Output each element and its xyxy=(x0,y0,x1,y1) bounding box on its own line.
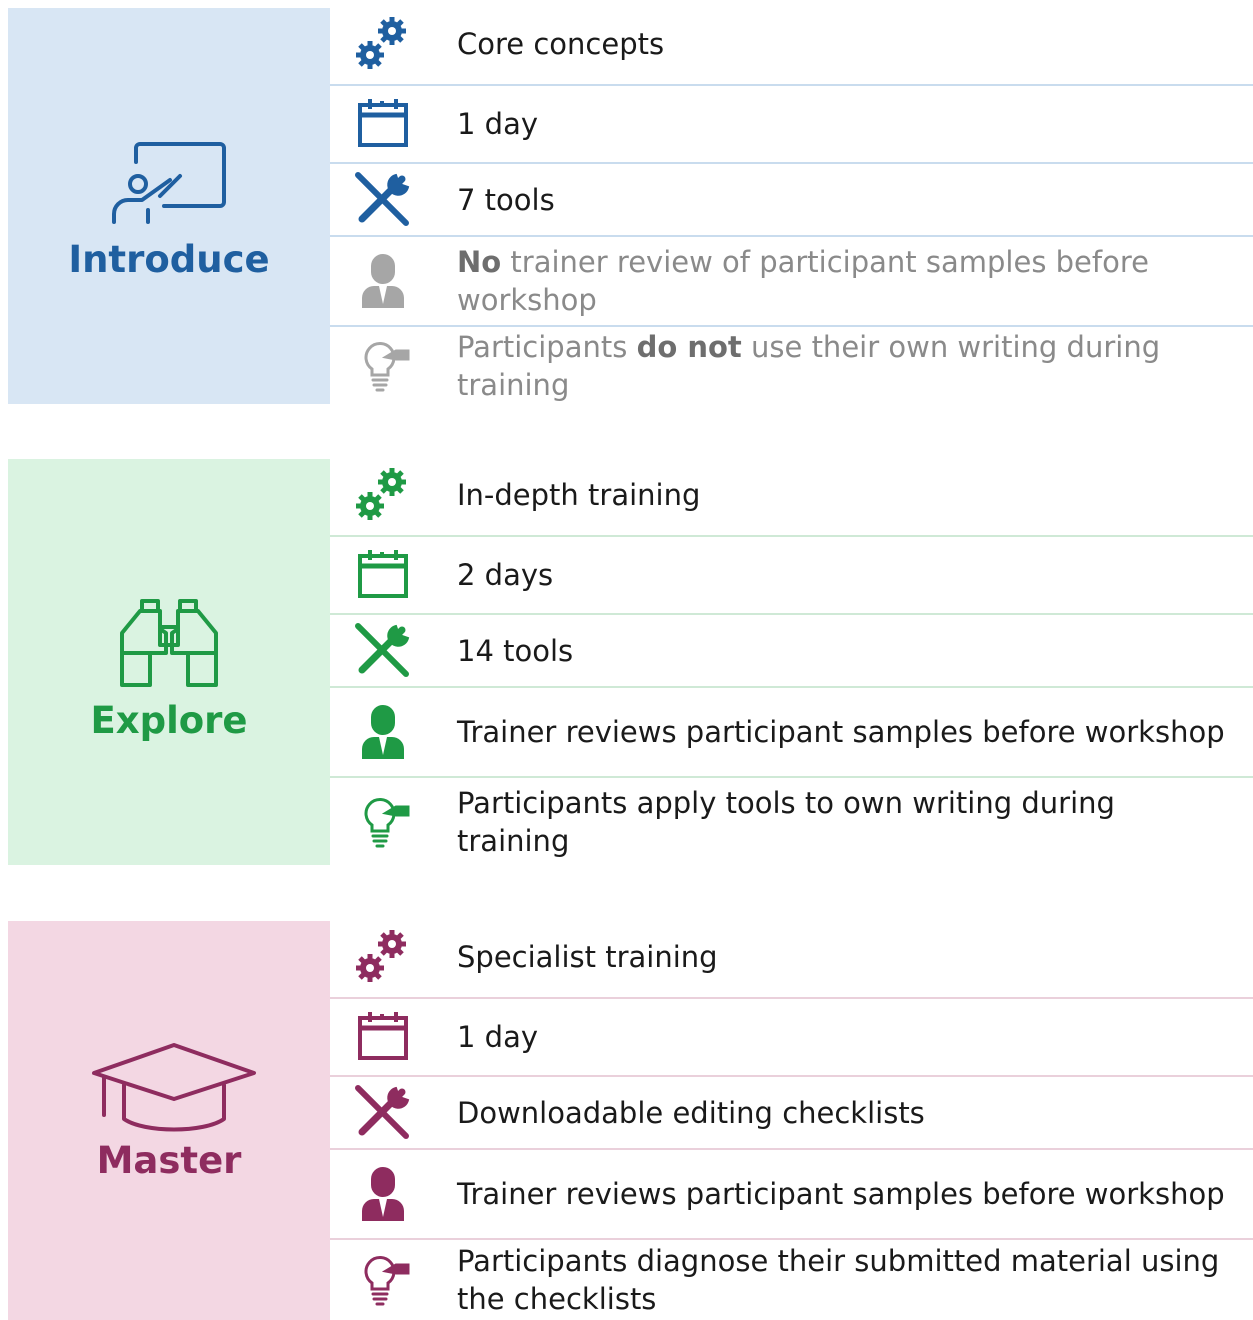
row-text: Trainer reviews participant samples befo… xyxy=(457,715,1225,749)
tools-icon xyxy=(352,1082,414,1144)
explore-row-practice: Participants apply tools to own writing … xyxy=(330,778,1253,865)
explore-row-trainer: Trainer reviews participant samples befo… xyxy=(330,688,1253,778)
row-text: 1 day xyxy=(457,1020,539,1054)
tools-icon xyxy=(352,620,414,682)
tools-icon xyxy=(352,169,414,231)
row-text: Specialist training xyxy=(457,940,718,974)
lightbulb-icon xyxy=(352,791,414,853)
calendar-icon xyxy=(352,544,414,606)
row-text: 7 tools xyxy=(457,182,555,217)
trainer-icon xyxy=(352,250,414,312)
introduce-panel: Introduce xyxy=(8,8,330,404)
master-panel: Master xyxy=(8,921,330,1320)
introduce-row-trainer: No trainer review of participant samples… xyxy=(330,237,1253,327)
trainer-icon xyxy=(352,1163,414,1225)
row-text: Trainer reviews participant samples befo… xyxy=(457,1177,1225,1211)
introduce-row-format: Core concepts xyxy=(330,4,1253,86)
master-row-format: Specialist training xyxy=(330,917,1253,999)
explore-row-format: In-depth training xyxy=(330,455,1253,537)
row-text-rest: trainer review of participant samples be… xyxy=(457,245,1149,317)
gears-icon xyxy=(352,13,414,75)
binoculars-icon xyxy=(120,597,218,689)
explore-panel: Explore xyxy=(8,459,330,865)
row-text: 14 tools xyxy=(457,633,574,668)
row-text: Participants apply tools to own writing … xyxy=(457,785,1115,858)
trainer-icon xyxy=(352,701,414,763)
introduce-label: Introduce xyxy=(68,238,270,281)
master-row-tools: Downloadable editing checklists xyxy=(330,1077,1253,1150)
lightbulb-icon xyxy=(352,1249,414,1311)
row-text: In-depth training xyxy=(457,478,701,512)
lightbulb-icon xyxy=(352,335,414,397)
calendar-icon xyxy=(352,1006,414,1068)
row-text: Participants diagnose their submitted ma… xyxy=(457,1244,1220,1316)
gears-icon xyxy=(352,926,414,988)
teacher-whiteboard-icon xyxy=(108,140,228,232)
introduce-row-practice: Participants do not use their own writin… xyxy=(330,327,1253,404)
row-text-start: Participants xyxy=(457,329,637,364)
row-text: 2 days xyxy=(457,558,554,592)
gears-icon xyxy=(352,464,414,526)
master-row-practice: Participants diagnose their submitted ma… xyxy=(330,1240,1253,1320)
row-text: 1 day xyxy=(457,107,539,141)
row-text-bold: do not xyxy=(636,329,742,364)
explore-row-tools: 14 tools xyxy=(330,615,1253,688)
row-text-bold: No xyxy=(457,245,502,279)
row-text: Downloadable editing checklists xyxy=(457,1095,925,1130)
row-text: Core concepts xyxy=(457,27,665,61)
explore-label: Explore xyxy=(90,699,248,742)
explore-row-duration: 2 days xyxy=(330,537,1253,615)
row-text: No trainer review of participant samples… xyxy=(457,243,1233,319)
master-row-duration: 1 day xyxy=(330,999,1253,1077)
graduation-cap-icon xyxy=(90,1041,258,1133)
calendar-icon xyxy=(352,93,414,155)
row-text: Participants do not use their own writin… xyxy=(457,328,1233,404)
master-label: Master xyxy=(96,1139,242,1182)
introduce-row-tools: 7 tools xyxy=(330,164,1253,237)
master-row-trainer: Trainer reviews participant samples befo… xyxy=(330,1150,1253,1240)
introduce-row-duration: 1 day xyxy=(330,86,1253,164)
